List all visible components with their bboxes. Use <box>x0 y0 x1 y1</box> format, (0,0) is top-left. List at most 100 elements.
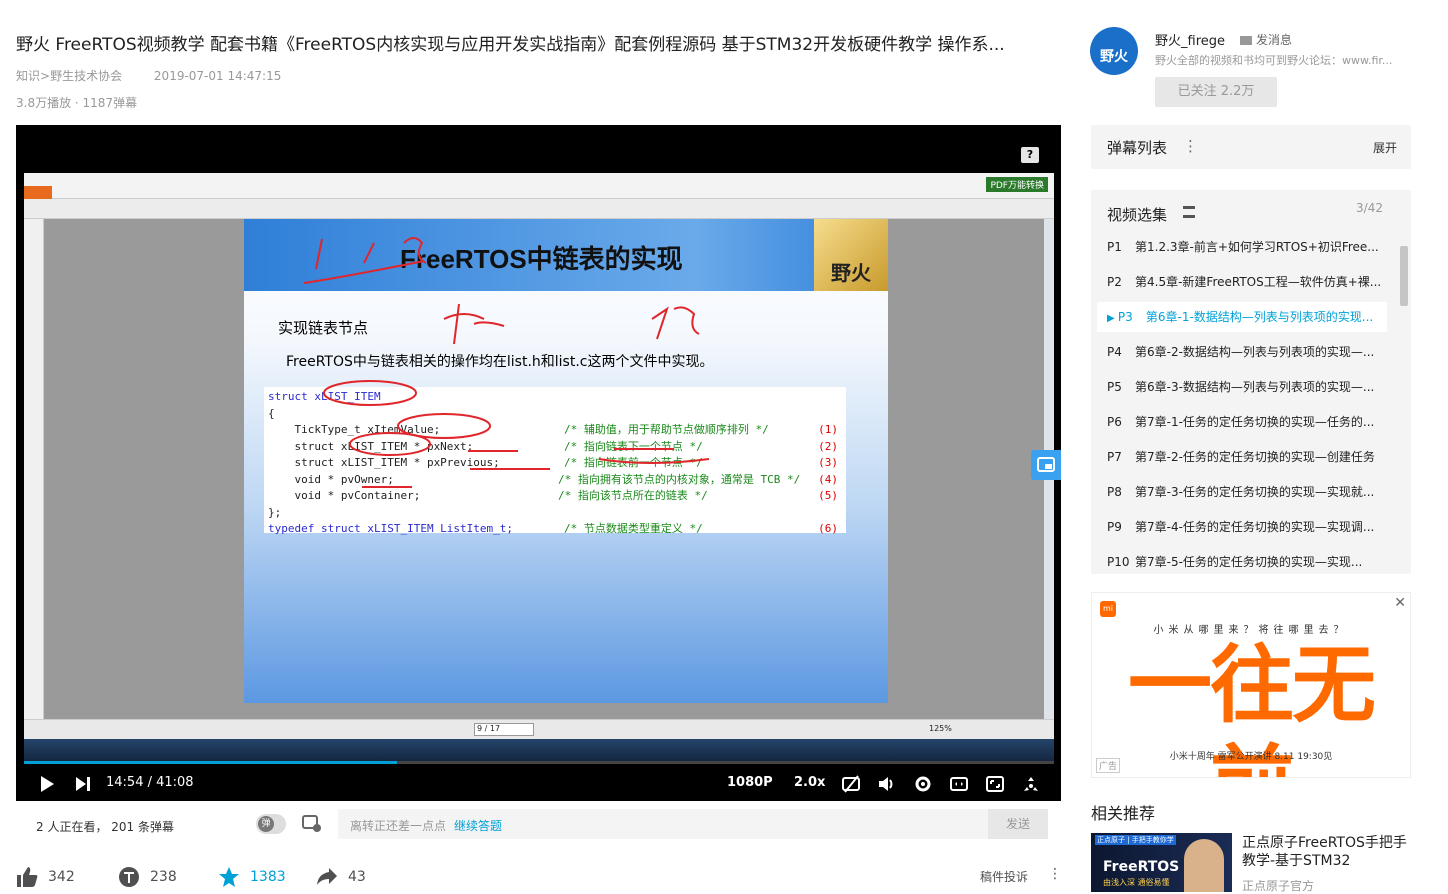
playlist-item[interactable]: P8 第7章-3-任务的定任务切换的实现—实现就... <box>1097 477 1387 507</box>
more-icon[interactable]: ⋮ <box>1048 866 1062 882</box>
speed-button[interactable]: 2.0x <box>794 775 825 790</box>
playlist-item-number: P7 <box>1107 450 1122 464</box>
send-button[interactable]: 发送 <box>988 809 1048 839</box>
pdf-app-ribbon: PDF万能转换 <box>24 173 1054 199</box>
playlist-item-label: 第6章-2-数据结构—列表与列表项的实现—... <box>1135 345 1375 359</box>
playlist-item-number: P9 <box>1107 520 1122 534</box>
expand-button[interactable]: 展开 <box>1373 139 1397 156</box>
playlist-item-number: P3 <box>1117 310 1133 324</box>
pdf-convert-button: PDF万能转换 <box>986 177 1048 192</box>
playlist-scrollbar[interactable] <box>1397 230 1409 564</box>
play-icon[interactable] <box>38 775 56 793</box>
help-icon[interactable]: ? <box>1021 147 1039 163</box>
continue-quiz-link[interactable]: 继续答题 <box>454 819 502 833</box>
playlist-item[interactable]: P4 第6章-2-数据结构—列表与列表项的实现—... <box>1097 337 1387 367</box>
ad-banner[interactable]: mi ✕ 小米从哪里来？将往哪里去？ 一往无前 小米十周年 雷军公开演讲 8.1… <box>1091 592 1411 778</box>
quality-button[interactable]: 1080P <box>727 775 773 790</box>
video-stats: 3.8万播放 · 1187弹幕 <box>16 96 138 110</box>
favorite-button[interactable]: 1383 <box>218 866 286 888</box>
action-bar: 342 238 1383 43 稿件投诉 ⋮ <box>16 862 1062 892</box>
danmaku-list-panel[interactable]: 弹幕列表 ⋮ 展开 <box>1091 125 1411 169</box>
handwritten-annotations <box>303 237 710 488</box>
playlist-item-label: 第7章-4-任务的定任务切换的实现—实现调... <box>1135 520 1375 534</box>
time-display: 14:54 / 41:08 <box>106 775 194 790</box>
playlist-item-label: 第7章-1-任务的定任务切换的实现—任务的... <box>1135 415 1375 429</box>
playlist-item-label: 第7章-2-任务的定任务切换的实现—创建任务 <box>1135 450 1375 464</box>
web-fullscreen-icon[interactable] <box>986 775 1004 793</box>
fullscreen-icon[interactable] <box>1022 775 1040 793</box>
coin-button[interactable]: 238 <box>118 866 177 888</box>
progress-fill <box>24 761 397 764</box>
message-label: 发消息 <box>1256 33 1293 47</box>
recommend-uploader[interactable]: 正点原子官方 <box>1242 877 1314 894</box>
danmaku-toggle[interactable]: 弹 <box>256 814 286 834</box>
share-button[interactable]: 43 <box>316 866 366 888</box>
breadcrumb[interactable]: 知识>野生技术协会 <box>16 69 136 83</box>
picture-in-picture-icon[interactable] <box>1031 450 1061 480</box>
ad-tag: 广告 <box>1096 758 1121 773</box>
list-icon <box>1183 206 1195 218</box>
avatar[interactable]: 野火 <box>1090 27 1138 75</box>
playlist-item[interactable]: P2 第4.5章-新建FreeRTOS工程—软件仿真+裸... <box>1097 267 1387 297</box>
playlist-item-label: 第7章-5-任务的定任务切换的实现—实现... <box>1135 555 1363 569</box>
danmaku-off-icon[interactable] <box>842 775 860 793</box>
playlist-item[interactable]: P1 第1.2.3章-前言+如何学习RTOS+初识Free... <box>1097 232 1387 262</box>
next-icon[interactable] <box>74 775 92 793</box>
danmaku-list-title: 弹幕列表 <box>1107 139 1168 157</box>
report-link[interactable]: 稿件投诉 <box>980 868 1028 885</box>
breadcrumb-knowledge[interactable]: 知识 <box>16 69 40 83</box>
widescreen-icon[interactable] <box>950 775 968 793</box>
danmaku-toggle-knob: 弹 <box>258 816 274 832</box>
zoom-level: 125% <box>929 724 952 733</box>
playlist-count: 3/42 <box>1356 201 1383 215</box>
page-indicator: 9 / 17 <box>474 723 534 736</box>
video-title: 野火 FreeRTOS视频教学 配套书籍《FreeRTOS内核实现与应用开发实战… <box>16 35 1005 55</box>
playlist-title: 视频选集 <box>1107 206 1168 224</box>
pdf-sidebar <box>24 219 44 739</box>
playlist-panel: 视频选集 3/42 P1 第1.2.3章-前言+如何学习RTOS+初识Free..… <box>1091 190 1411 574</box>
recommend-thumbnail[interactable]: 正点原子 | 手把手教你学 FreeRTOS 由浅入深 通俗易懂 <box>1091 833 1232 892</box>
coin-icon <box>119 867 139 887</box>
uploader-name[interactable]: 野火_firege <box>1155 30 1225 49</box>
playlist-item-label: 第7章-3-任务的定任务切换的实现—实现就... <box>1135 485 1375 499</box>
like-count: 342 <box>48 869 75 885</box>
follow-button[interactable]: 已关注 2.2万 <box>1155 77 1277 107</box>
pdf-app-tabs <box>24 199 1054 219</box>
ad-footer: 小米十周年 雷军公开演讲 8.11 19:30见 <box>1169 752 1333 762</box>
thumb-tag: 正点原子 | 手把手教你学 <box>1095 835 1176 845</box>
uploader-description: 野火全部的视频和书均可到野火论坛：www.fir... <box>1155 54 1393 67</box>
upload-date: 2019-07-01 14:47:15 <box>153 69 282 83</box>
playlist-item-label: 第4.5章-新建FreeRTOS工程—软件仿真+裸... <box>1135 275 1382 289</box>
progress-bar[interactable] <box>24 761 1054 764</box>
playlist-item[interactable]: ▶ P3 第6章-1-数据结构—列表与列表项的实现... <box>1097 302 1387 332</box>
playlist-item[interactable]: P10 第7章-5-任务的定任务切换的实现—实现... <box>1097 547 1387 570</box>
playlist-item-number: P5 <box>1107 380 1122 394</box>
playlist-item-number: P2 <box>1107 275 1122 289</box>
danmaku-input[interactable]: 离转正还差一点点 继续答题 <box>338 809 988 839</box>
slide: FreeRTOS中链表的实现 野火 实现链表节点 FreeRTOS中与链表相关的… <box>244 219 888 703</box>
playlist-items: P1 第1.2.3章-前言+如何学习RTOS+初识Free... P2 第4.5章-新… <box>1091 230 1411 570</box>
playlist-item-label: 第6章-1-数据结构—列表与列表项的实现... <box>1145 310 1374 324</box>
playlist-item[interactable]: P7 第7章-2-任务的定任务切换的实现—创建任务 <box>1097 442 1387 472</box>
playlist-item-number: P8 <box>1107 485 1122 499</box>
close-icon[interactable]: ✕ <box>1394 595 1406 611</box>
breadcrumb-tech[interactable]: 野生技术协会 <box>50 69 122 83</box>
settings-gear-icon[interactable] <box>914 775 932 793</box>
pdf-document-area: FreeRTOS中链表的实现 野火 实现链表节点 FreeRTOS中与链表相关的… <box>44 219 1044 719</box>
playlist-item[interactable]: P9 第7章-4-任务的定任务切换的实现—实现调... <box>1097 512 1387 542</box>
more-vertical-icon[interactable]: ⋮ <box>1183 137 1198 155</box>
player-controls: 14:54 / 41:08 1080P 2.0x <box>16 767 1061 801</box>
danmaku-settings-icon[interactable] <box>302 815 322 833</box>
like-button[interactable]: 342 <box>16 866 75 888</box>
recommend-video-title[interactable]: 正点原子FreeRTOS手把手教学-基于STM32 <box>1242 834 1417 870</box>
mail-icon <box>1240 36 1252 45</box>
xiaomi-logo-icon: mi <box>1100 601 1116 617</box>
message-button[interactable]: 发消息 <box>1240 31 1292 48</box>
scrollbar-thumb[interactable] <box>1400 246 1408 306</box>
breadcrumb-separator: > <box>40 69 51 83</box>
video-player[interactable]: ? PDF万能转换 FreeRTOS中链表的实现 野火 实现链表节点 FreeR… <box>16 125 1061 801</box>
ad-subtitle: 小米从哪里来？将往哪里去？ <box>1153 625 1349 636</box>
playlist-item[interactable]: P5 第6章-3-数据结构—列表与列表项的实现—... <box>1097 372 1387 402</box>
volume-icon[interactable] <box>878 775 896 793</box>
playlist-item[interactable]: P6 第7章-1-任务的定任务切换的实现—任务的... <box>1097 407 1387 437</box>
